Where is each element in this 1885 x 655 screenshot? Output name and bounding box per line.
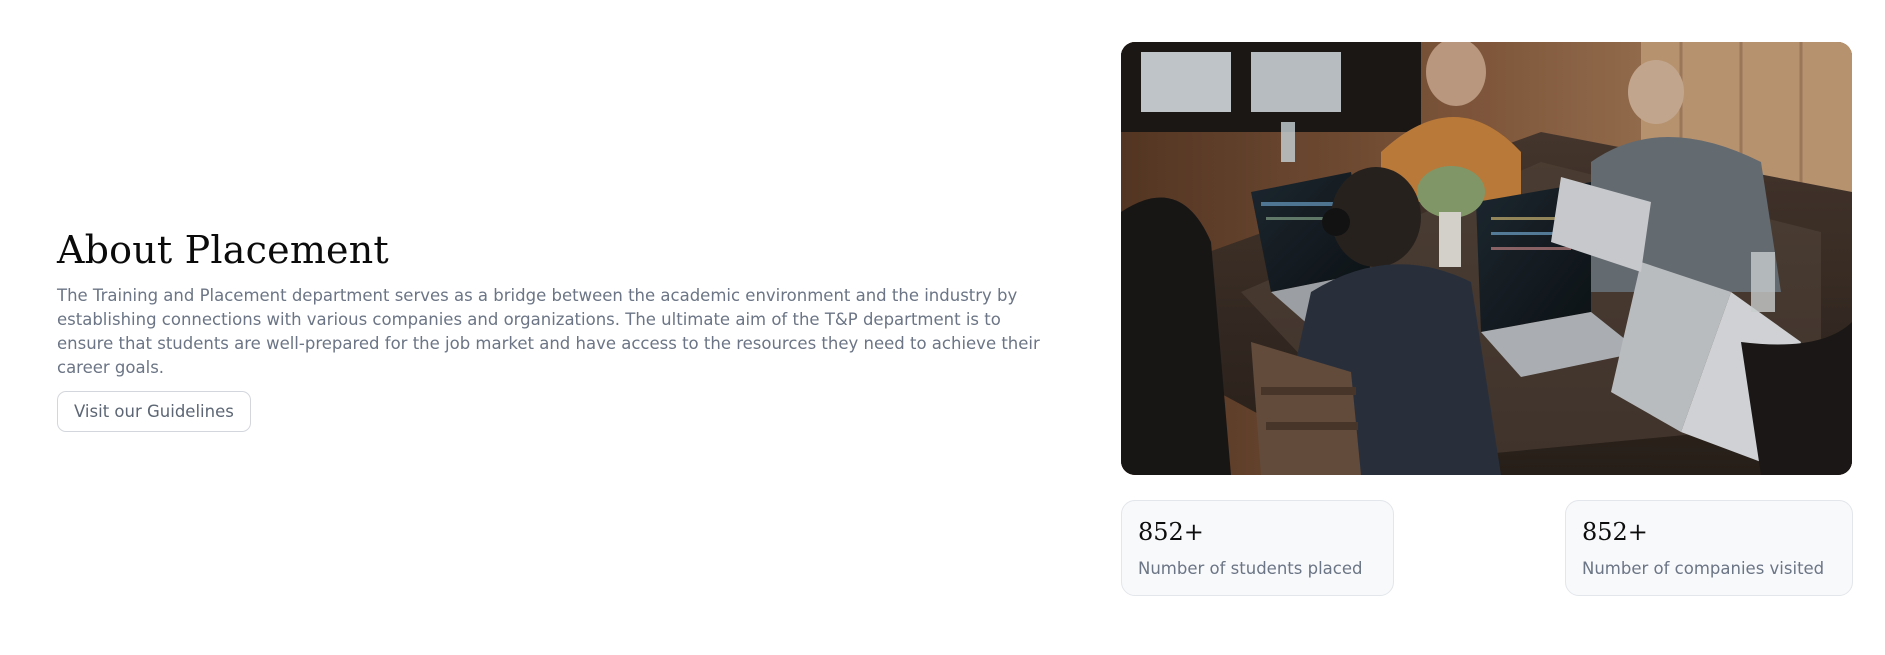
stat-label: Number of students placed [1138, 559, 1363, 578]
students-working-photo [1121, 42, 1852, 475]
section-title: About Placement [57, 228, 389, 272]
stat-label: Number of companies visited [1582, 559, 1825, 578]
stat-card-students-placed: 852+ Number of students placed [1121, 500, 1394, 596]
stat-value: 852+ [1138, 518, 1204, 546]
section-description: The Training and Placement department se… [57, 286, 1040, 377]
visit-guidelines-button[interactable]: Visit our Guidelines [57, 391, 251, 432]
stat-value: 852+ [1582, 518, 1648, 546]
about-placement-section: About Placement The Training and Placeme… [0, 0, 1885, 655]
stat-card-companies-visited: 852+ Number of companies visited [1565, 500, 1853, 596]
about-content: About Placement The Training and Placeme… [57, 226, 1047, 432]
